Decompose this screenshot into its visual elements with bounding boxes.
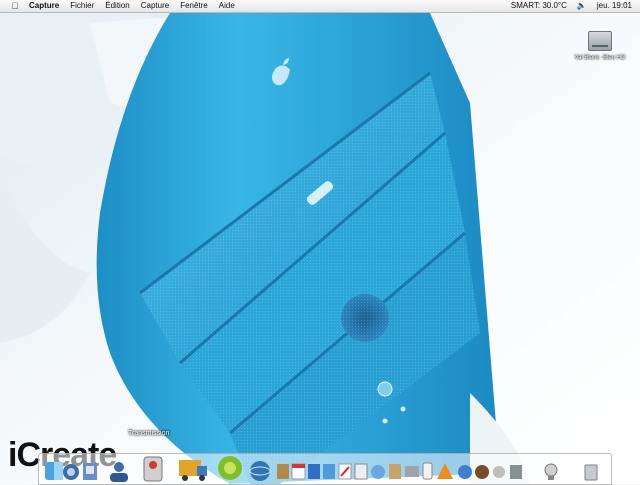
menu-fenetre[interactable]: Fenêtre (180, 0, 208, 12)
menu-edition[interactable]: Édition (105, 0, 129, 12)
acrobat-icon[interactable] (338, 463, 352, 480)
word-icon[interactable] (308, 464, 320, 479)
desktop-wallpaper: Val Blanc -Bleu HD (0, 13, 640, 484)
menu-bar:  Capture Fichier Édition Capture Fenêtr… (0, 0, 640, 13)
powermac-g3-wallpaper (0, 13, 640, 484)
clock[interactable]: jeu. 19:01 (597, 0, 632, 12)
apple-menu-icon[interactable]:  (10, 0, 20, 12)
menu-capture[interactable]: Capture (141, 0, 169, 12)
vlc-icon[interactable] (437, 463, 453, 479)
ipod-icon[interactable] (422, 462, 433, 480)
hard-drive-label: Val Blanc -Bleu HD (574, 55, 626, 61)
menu-capture-app[interactable]: Capture (29, 0, 59, 12)
transmission-icon[interactable] (143, 456, 163, 482)
preview-icon[interactable] (83, 463, 97, 480)
speaker-icon[interactable]: 🔈 (577, 0, 587, 12)
utility-icon[interactable] (510, 465, 522, 479)
globe-icon[interactable] (249, 461, 271, 481)
finder-icon[interactable] (45, 462, 63, 480)
hard-drive-graphic (588, 31, 612, 51)
preferences-icon[interactable] (323, 464, 335, 479)
user-icon[interactable] (110, 462, 128, 482)
ball-icon[interactable] (218, 456, 242, 480)
menu-list: Capture Fichier Édition Capture Fenêtre … (29, 0, 246, 12)
dock (38, 453, 612, 485)
menu-fichier[interactable]: Fichier (70, 0, 94, 12)
dock-hover-label: Transmission (128, 430, 170, 437)
dock-icons (45, 456, 598, 482)
textedit-icon[interactable] (354, 463, 368, 480)
notebook-icon[interactable] (277, 464, 289, 479)
itunes-icon[interactable] (371, 465, 385, 479)
hard-drive-icon[interactable]: Val Blanc -Bleu HD (570, 31, 630, 61)
photo-icon[interactable] (475, 465, 489, 479)
menu-aide[interactable]: Aide (219, 0, 235, 12)
address-book-icon[interactable] (389, 464, 401, 479)
dashboard-icon[interactable] (63, 464, 79, 480)
trash-icon[interactable] (584, 464, 598, 481)
safari-icon[interactable] (458, 465, 472, 479)
menu-status-area: SMART: 30.0°C 🔈 jeu. 19:01 (501, 0, 632, 12)
printer-icon[interactable] (405, 466, 419, 477)
smart-temperature[interactable]: SMART: 30.0°C (511, 0, 567, 12)
delivery-truck-icon[interactable] (179, 460, 207, 481)
webcam-icon[interactable] (544, 463, 558, 480)
apple-icon[interactable] (493, 466, 505, 478)
ical-icon[interactable] (291, 463, 306, 480)
